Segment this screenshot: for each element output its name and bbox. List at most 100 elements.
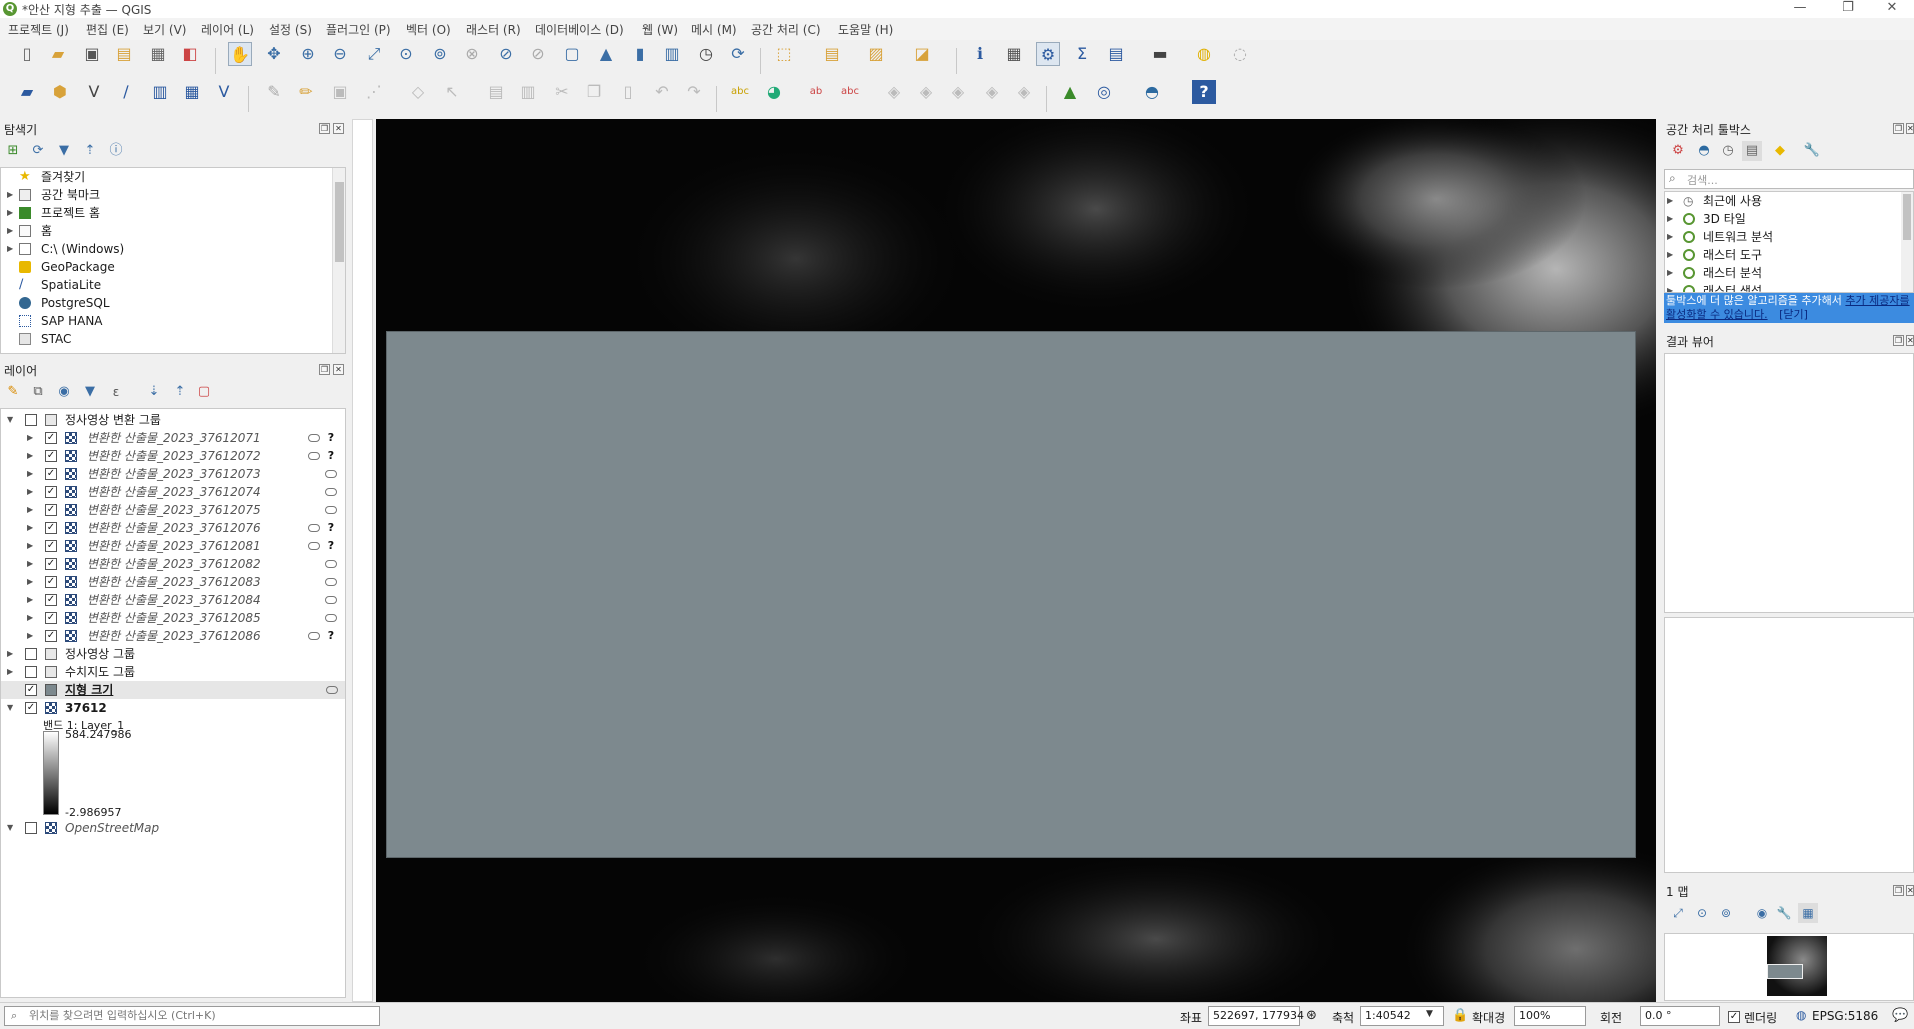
unknown-crs-icon[interactable]: ? <box>325 522 337 534</box>
float-panel-icon[interactable]: ❐ <box>1893 885 1904 896</box>
temporal-controller-icon[interactable]: ◷ <box>694 42 718 66</box>
zoom-next-icon[interactable]: ⊘ <box>526 42 550 66</box>
overview-canvas[interactable] <box>1664 933 1914 1001</box>
layer-checkbox[interactable]: ✓ <box>45 630 57 642</box>
sublayer-row[interactable]: ▶ ✓ 변환한 산출물_2023_37612086? <box>5 627 341 645</box>
expand-arrow-icon[interactable]: ▶ <box>27 555 33 573</box>
zoom-last-icon[interactable]: ⊘ <box>494 42 518 66</box>
menu-web[interactable]: 웹 (W) <box>642 21 678 38</box>
change-label-icon[interactable]: ◈ <box>946 80 970 104</box>
filter-browser-icon[interactable]: ▼ <box>54 141 74 161</box>
identify-icon[interactable]: ℹ <box>968 42 992 66</box>
expand-arrow-icon[interactable]: ▶ <box>27 519 33 537</box>
sublayer-row[interactable]: ▶ ✓ 변환한 산출물_2023_37612084 <box>5 591 341 609</box>
open-table-icon[interactable]: ▤ <box>1104 42 1128 66</box>
float-panel-icon[interactable]: ❐ <box>319 123 330 134</box>
layer-checkbox[interactable]: ✓ <box>45 522 57 534</box>
new-bookmark-icon[interactable]: ▮ <box>628 42 652 66</box>
group-checkbox[interactable] <box>25 666 37 678</box>
attribute-table-icon[interactable]: ▦ <box>1002 42 1026 66</box>
save-edits-icon[interactable]: ▣ <box>328 80 352 104</box>
filter-expression-icon[interactable]: ε <box>106 382 126 402</box>
crs-button[interactable]: EPSG:5186 <box>1812 1009 1878 1023</box>
pan-to-selection-icon[interactable]: ✥ <box>262 42 286 66</box>
banner-close-link[interactable]: [닫기] <box>1779 308 1808 321</box>
label-properties-icon[interactable]: ◈ <box>1012 80 1036 104</box>
layout-manager-icon[interactable]: ▦ <box>146 42 170 66</box>
zoom-selection-icon[interactable]: ⊙ <box>394 42 418 66</box>
select-features-icon[interactable]: ⬚ <box>772 42 796 66</box>
maximize-icon[interactable]: ❐ <box>1826 0 1870 18</box>
expand-arrow-icon[interactable]: ▶ <box>27 429 33 447</box>
expand-arrow-icon[interactable]: ▶ <box>27 609 33 627</box>
overview-zoom-layer-icon[interactable]: ⊙ <box>1692 903 1712 923</box>
sublayer-row[interactable]: ▶ ✓ 변환한 산출물_2023_37612082 <box>5 555 341 573</box>
add-vector-icon[interactable]: V <box>212 80 236 104</box>
menu-project[interactable]: 프로젝트 (J) <box>8 21 69 38</box>
filter-legend-icon[interactable]: ▼ <box>80 382 100 402</box>
properties-icon[interactable]: ⓘ <box>106 141 126 161</box>
layer-checkbox[interactable]: ✓ <box>45 486 57 498</box>
digitize-icon[interactable]: ⋰ <box>362 80 386 104</box>
menu-view[interactable]: 보기 (V) <box>143 21 186 38</box>
rotate-label-icon[interactable]: ◈ <box>914 80 938 104</box>
highlight-labels-icon[interactable]: abc <box>838 80 862 104</box>
sublayer-row[interactable]: ▶ ✓ 변환한 산출물_2023_37612081? <box>5 537 341 555</box>
sublayer-row[interactable]: ▶ ✓ 변환한 산출물_2023_37612083 <box>5 573 341 591</box>
processing-toolbox-icon[interactable]: ⚙ <box>1036 42 1060 66</box>
layer-group[interactable]: ▼ 정사영상 변환 그룹 <box>5 411 335 429</box>
menu-mesh[interactable]: 메시 (M) <box>691 21 737 38</box>
layer-checkbox[interactable]: ✓ <box>45 612 57 624</box>
measure-icon[interactable]: ▬ <box>1148 42 1172 66</box>
refresh-browser-icon[interactable]: ⟳ <box>28 141 48 161</box>
label-tool-icon[interactable]: abc <box>728 80 752 104</box>
overview-zoom-selection-icon[interactable]: ⊚ <box>1716 903 1736 923</box>
move-label-icon[interactable]: ◈ <box>882 80 906 104</box>
zoom-out-icon[interactable]: ⊖ <box>328 42 352 66</box>
layer-group[interactable]: ▶ 수치지도 그룹 <box>5 663 335 681</box>
manage-visibility-icon[interactable]: ◉ <box>54 382 74 402</box>
sublayer-row[interactable]: ▶ ✓ 변환한 산출물_2023_37612071? <box>5 429 341 447</box>
style-manager-icon[interactable]: ◧ <box>178 42 202 66</box>
float-panel-icon[interactable]: ❐ <box>1893 123 1904 134</box>
overview-settings-icon[interactable]: 🔧 <box>1774 903 1794 923</box>
open-styling-icon[interactable]: ✎ <box>3 382 23 402</box>
remove-layer-icon[interactable]: ▢ <box>194 382 214 402</box>
map-tips-icon[interactable]: ◍ <box>1192 42 1216 66</box>
select-location-icon[interactable]: ◪ <box>910 42 934 66</box>
new-geopackage-icon[interactable]: ⬢ <box>48 80 72 104</box>
expand-arrow-icon[interactable]: ▶ <box>27 465 33 483</box>
processing-search-input[interactable]: ⌕ 검색... <box>1664 169 1914 189</box>
layer-checkbox[interactable]: ✓ <box>25 702 37 714</box>
rotation-field[interactable]: 0.0 ° <box>1640 1006 1720 1026</box>
visibility-indicator-icon[interactable] <box>308 542 320 550</box>
vertex-tool-icon[interactable]: ↖ <box>440 80 464 104</box>
copy-features-icon[interactable]: ❐ <box>582 80 606 104</box>
gps-icon[interactable]: ▲ <box>1058 80 1082 104</box>
unknown-crs-icon[interactable]: ? <box>325 450 337 462</box>
visibility-indicator-icon[interactable] <box>308 452 320 460</box>
help-icon[interactable]: ? <box>1192 80 1216 104</box>
unknown-crs-icon[interactable]: ? <box>325 630 337 642</box>
dock-splitter[interactable] <box>350 119 376 1002</box>
zoom-in-icon[interactable]: ⊕ <box>296 42 320 66</box>
layer-checkbox[interactable]: ✓ <box>45 576 57 588</box>
browser-scrollbar[interactable] <box>332 168 345 353</box>
menu-vector[interactable]: 벡터 (O) <box>406 21 451 38</box>
layer-checkbox[interactable]: ✓ <box>45 594 57 606</box>
layer-checkbox[interactable] <box>25 822 37 834</box>
map-canvas[interactable] <box>376 119 1656 1002</box>
close-icon[interactable]: ✕ <box>1870 0 1914 18</box>
visibility-indicator-icon[interactable] <box>308 632 320 640</box>
menu-layer[interactable]: 레이어 (L) <box>201 21 254 38</box>
toggle-editing-icon[interactable]: ✏ <box>294 80 318 104</box>
select-by-value-icon[interactable]: ▤ <box>820 42 844 66</box>
layer-checkbox[interactable]: ✓ <box>25 684 37 696</box>
unknown-crs-icon[interactable]: ? <box>325 540 337 552</box>
delete-selected-icon[interactable]: ▥ <box>516 80 540 104</box>
visibility-indicator-icon[interactable] <box>325 614 337 622</box>
expand-all-icon[interactable]: ⇣ <box>144 382 164 402</box>
show-bookmarks-icon[interactable]: ▥ <box>660 42 684 66</box>
menu-processing[interactable]: 공간 처리 (C) <box>751 21 821 38</box>
layer-group[interactable]: ▶ 정사영상 그룹 <box>5 645 335 663</box>
